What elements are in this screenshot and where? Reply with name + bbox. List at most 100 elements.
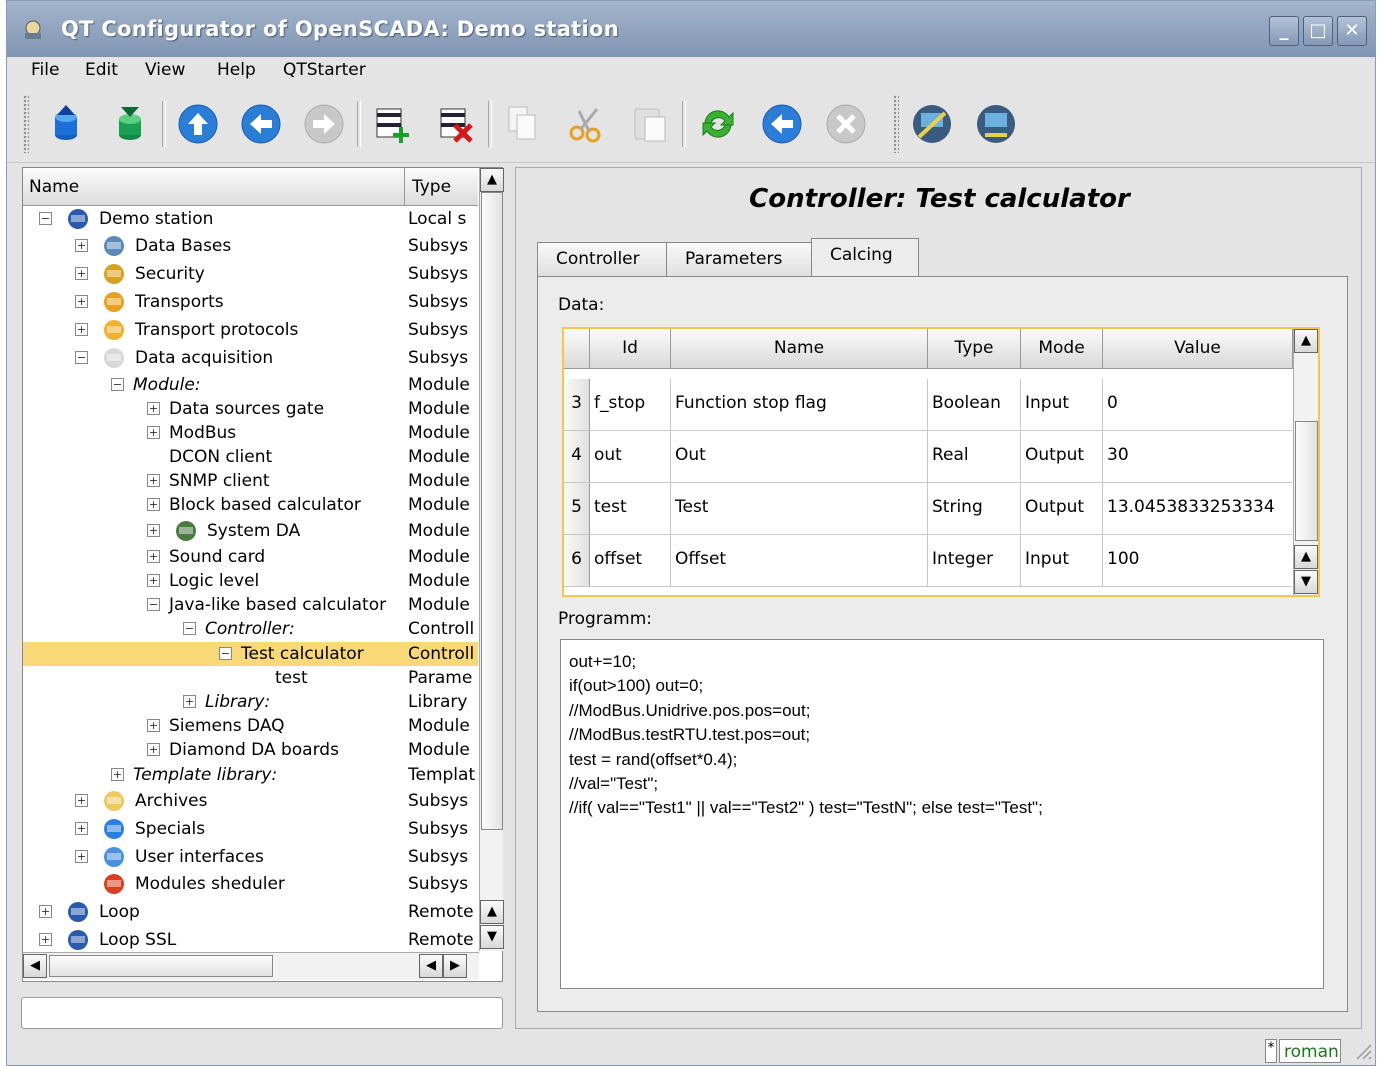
tree-item[interactable]: + Diamond DA boards Module <box>23 738 478 762</box>
table-cell-id[interactable]: out <box>590 431 671 482</box>
tree-item[interactable]: + Logic level Module <box>23 569 478 593</box>
collapse-icon[interactable]: − <box>111 378 124 391</box>
table-cell-id[interactable]: offset <box>590 535 671 586</box>
table-cell-name[interactable]: Out <box>671 431 928 482</box>
tree-header-type[interactable]: Type <box>406 168 478 205</box>
tab-calcing[interactable]: Calcing <box>811 238 919 277</box>
menu-view[interactable]: View <box>145 60 185 80</box>
stop-button[interactable] <box>825 103 867 145</box>
collapse-icon[interactable]: − <box>75 351 88 364</box>
tree-item[interactable]: + Loop Remote <box>23 900 478 924</box>
expand-icon[interactable]: + <box>147 524 160 537</box>
go-up-button[interactable] <box>177 103 219 145</box>
tree-item[interactable]: + Security Subsys <box>23 262 478 286</box>
tree-horizontal-scrollbar[interactable]: ◀ ◀ ▶ <box>23 952 479 980</box>
table-scroll-thumb[interactable] <box>1295 421 1318 541</box>
expand-icon[interactable]: + <box>75 822 88 835</box>
expand-icon[interactable]: + <box>75 267 88 280</box>
scroll-left-button[interactable]: ◀ <box>23 954 47 978</box>
expand-icon[interactable]: + <box>39 933 52 946</box>
tree-item[interactable]: + Transport protocols Subsys <box>23 318 478 342</box>
scroll-thumb[interactable] <box>481 192 503 830</box>
start-button[interactable] <box>761 103 803 145</box>
tree-item[interactable]: − Test calculator Controll <box>23 642 478 666</box>
expand-icon[interactable]: + <box>75 323 88 336</box>
cut-button[interactable] <box>565 103 607 145</box>
collapse-icon[interactable]: − <box>147 598 160 611</box>
minimize-button[interactable]: _ <box>1269 16 1299 46</box>
tree-header-name[interactable]: Name <box>23 168 405 205</box>
column-header-mode[interactable]: Mode <box>1021 329 1103 369</box>
tree-item[interactable]: + Siemens DAQ Module <box>23 714 478 738</box>
add-item-button[interactable] <box>371 103 413 145</box>
table-row[interactable]: 3 f_stop Function stop flag Boolean Input 0 <box>564 379 1292 431</box>
go-forward-button[interactable] <box>303 103 345 145</box>
scroll-left-button-2[interactable]: ◀ <box>419 954 443 978</box>
table-cell-id[interactable]: f_stop <box>590 379 671 430</box>
expand-icon[interactable]: + <box>75 794 88 807</box>
load-from-db-button[interactable] <box>45 103 87 145</box>
expand-icon[interactable]: + <box>147 743 160 756</box>
expand-icon[interactable]: + <box>147 719 160 732</box>
tree-item[interactable]: + Loop SSL Remote <box>23 928 478 952</box>
tree-item[interactable]: + Specials Subsys <box>23 817 478 841</box>
table-vertical-scrollbar[interactable]: ▲ ▲ ▼ <box>1293 329 1318 595</box>
table-scroll-up-button[interactable]: ▲ <box>1294 329 1318 353</box>
tree-item[interactable]: Modules sheduler Subsys <box>23 872 478 896</box>
tree-item[interactable]: − Data acquisition Subsys <box>23 346 478 370</box>
collapse-icon[interactable]: − <box>219 647 232 660</box>
tree-item[interactable]: + Sound card Module <box>23 545 478 569</box>
table-cell-type[interactable]: Integer <box>928 535 1021 586</box>
menu-help[interactable]: Help <box>217 60 256 80</box>
tab-parameters[interactable]: Parameters <box>666 242 812 276</box>
close-button[interactable]: ✕ <box>1337 16 1367 46</box>
table-cell-mode[interactable]: Output <box>1021 431 1103 482</box>
expand-icon[interactable]: + <box>147 574 160 587</box>
copy-button[interactable] <box>501 103 543 145</box>
column-header-id[interactable]: Id <box>590 329 671 369</box>
resize-grip-icon[interactable] <box>1353 1041 1373 1061</box>
tool-button[interactable] <box>911 103 953 145</box>
expand-icon[interactable]: + <box>147 498 160 511</box>
column-header-value[interactable]: Value <box>1103 329 1293 369</box>
table-cell-type[interactable]: Boolean <box>928 379 1021 430</box>
menu-file[interactable]: File <box>31 60 59 80</box>
expand-icon[interactable]: + <box>75 239 88 252</box>
menu-qtstarter[interactable]: QTStarter <box>283 60 366 80</box>
toolbar-grip[interactable] <box>893 95 899 153</box>
navigation-tree[interactable]: Name Type − Demo station Local s + Data Base… <box>22 167 504 982</box>
tree-item[interactable]: test Parame <box>23 666 478 690</box>
column-header-type[interactable]: Type <box>928 329 1021 369</box>
table-row[interactable]: 6 offset Offset Integer Input 100 <box>564 535 1292 587</box>
table-cell-value[interactable]: 13.0453833253334 <box>1103 483 1292 534</box>
table-scroll-up-button-2[interactable]: ▲ <box>1294 545 1318 569</box>
table-cell-value[interactable]: 0 <box>1103 379 1292 430</box>
table-cell-name[interactable]: Test <box>671 483 928 534</box>
expand-icon[interactable]: + <box>147 550 160 563</box>
scroll-down-button[interactable]: ▼ <box>480 925 504 949</box>
menu-edit[interactable]: Edit <box>85 60 118 80</box>
table-row[interactable]: 4 out Out Real Output 30 <box>564 431 1292 483</box>
scroll-up-button[interactable]: ▲ <box>480 168 504 192</box>
expand-icon[interactable]: + <box>111 768 124 781</box>
expand-icon[interactable]: + <box>147 402 160 415</box>
tree-item[interactable]: + Block based calculator Module <box>23 493 478 517</box>
tree-item[interactable]: + ModBus Module <box>23 421 478 445</box>
table-cell-value[interactable]: 30 <box>1103 431 1292 482</box>
tree-item[interactable]: − Demo station Local s <box>23 207 478 231</box>
tree-vertical-scrollbar[interactable]: ▲ ▲ ▼ <box>479 168 504 951</box>
user-indicator[interactable]: roman <box>1279 1039 1341 1063</box>
tree-item[interactable]: + Data Bases Subsys <box>23 234 478 258</box>
table-cell-name[interactable]: Function stop flag <box>671 379 928 430</box>
tab-controller[interactable]: Controller <box>537 242 667 276</box>
table-cell-id[interactable]: test <box>590 483 671 534</box>
table-cell-type[interactable]: Real <box>928 431 1021 482</box>
table-cell-name[interactable]: Offset <box>671 535 928 586</box>
collapse-icon[interactable]: − <box>183 622 196 635</box>
tree-item[interactable]: + Data sources gate Module <box>23 397 478 421</box>
scroll-up-button-2[interactable]: ▲ <box>480 900 504 924</box>
tree-item[interactable]: − Controller: Controll <box>23 617 478 641</box>
go-back-button[interactable] <box>240 103 282 145</box>
expand-icon[interactable]: + <box>147 426 160 439</box>
tree-item[interactable]: + Template library: Templat <box>23 763 478 787</box>
